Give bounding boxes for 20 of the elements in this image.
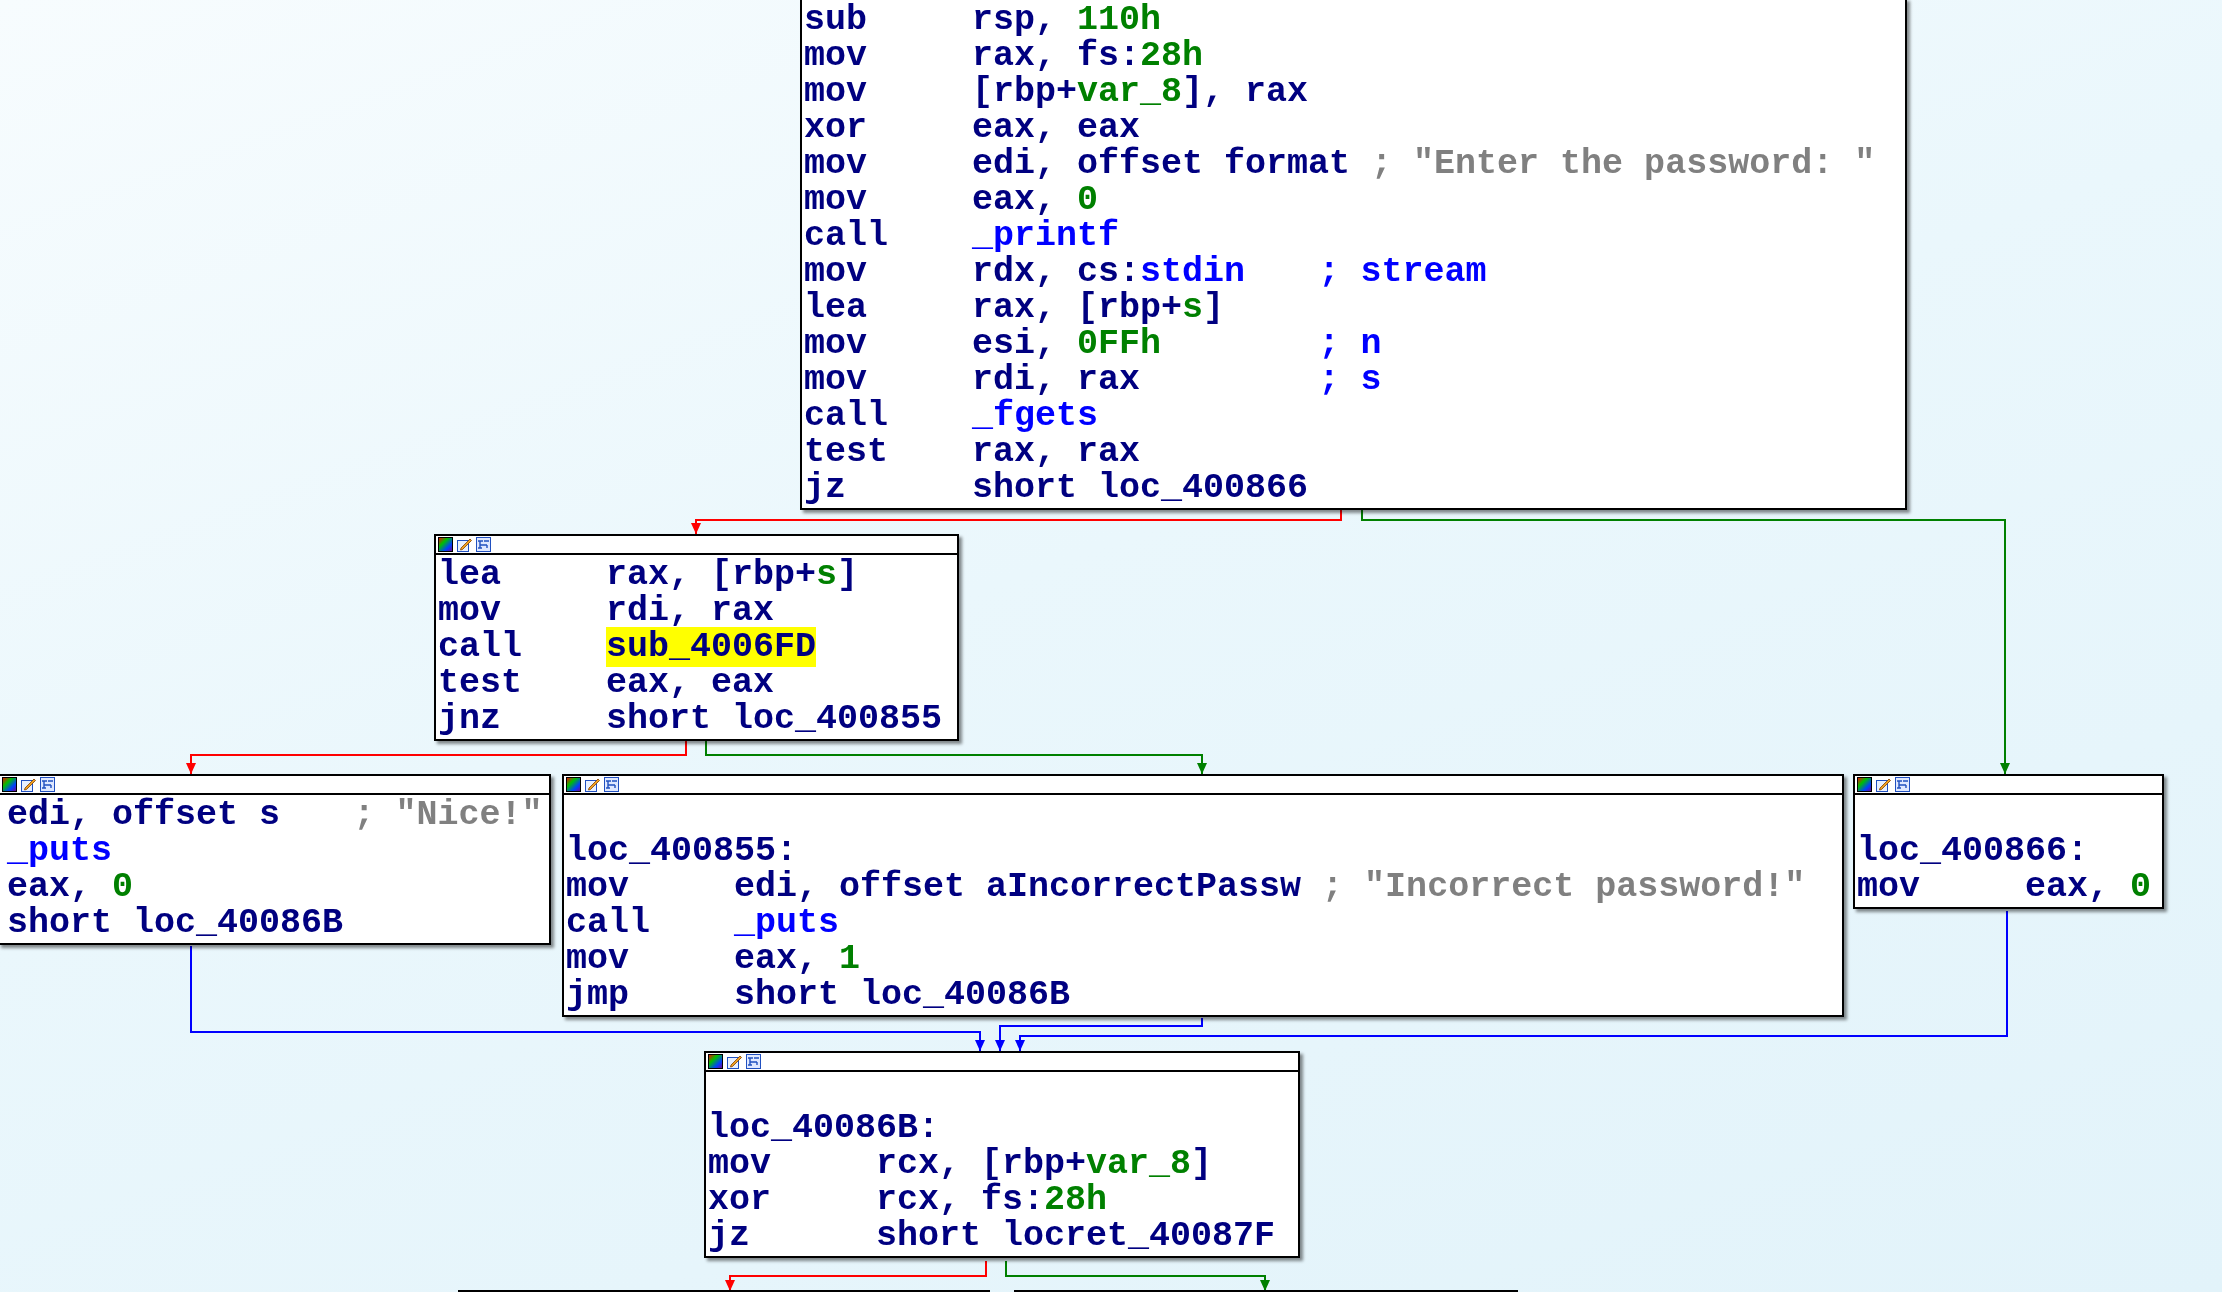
graph-icon[interactable] xyxy=(476,537,491,552)
graph-icon[interactable] xyxy=(746,1054,761,1069)
color-palette-icon[interactable] xyxy=(438,537,453,552)
color-palette-icon[interactable] xyxy=(2,777,17,792)
pencil-icon[interactable] xyxy=(457,537,472,552)
code-comment: ; stream xyxy=(1318,252,1487,292)
pencil-icon[interactable] xyxy=(1876,777,1891,792)
graph-icon[interactable] xyxy=(40,777,55,792)
pencil-icon[interactable] xyxy=(585,777,600,792)
instruction-operands: sub_4006FD xyxy=(606,627,817,667)
code-comment: ; "Incorrect password!" xyxy=(1322,867,1806,907)
pencil-icon[interactable] xyxy=(21,777,36,792)
code-comment: ; "Enter the password: " xyxy=(1371,144,1876,184)
graph-icon[interactable] xyxy=(1895,777,1910,792)
color-palette-icon[interactable] xyxy=(566,777,581,792)
color-palette-icon[interactable] xyxy=(1857,777,1872,792)
code-comment: ; "Nice!" xyxy=(353,795,543,835)
color-palette-icon[interactable] xyxy=(708,1054,723,1069)
graph-icon[interactable] xyxy=(604,777,619,792)
pencil-icon[interactable] xyxy=(727,1054,742,1069)
